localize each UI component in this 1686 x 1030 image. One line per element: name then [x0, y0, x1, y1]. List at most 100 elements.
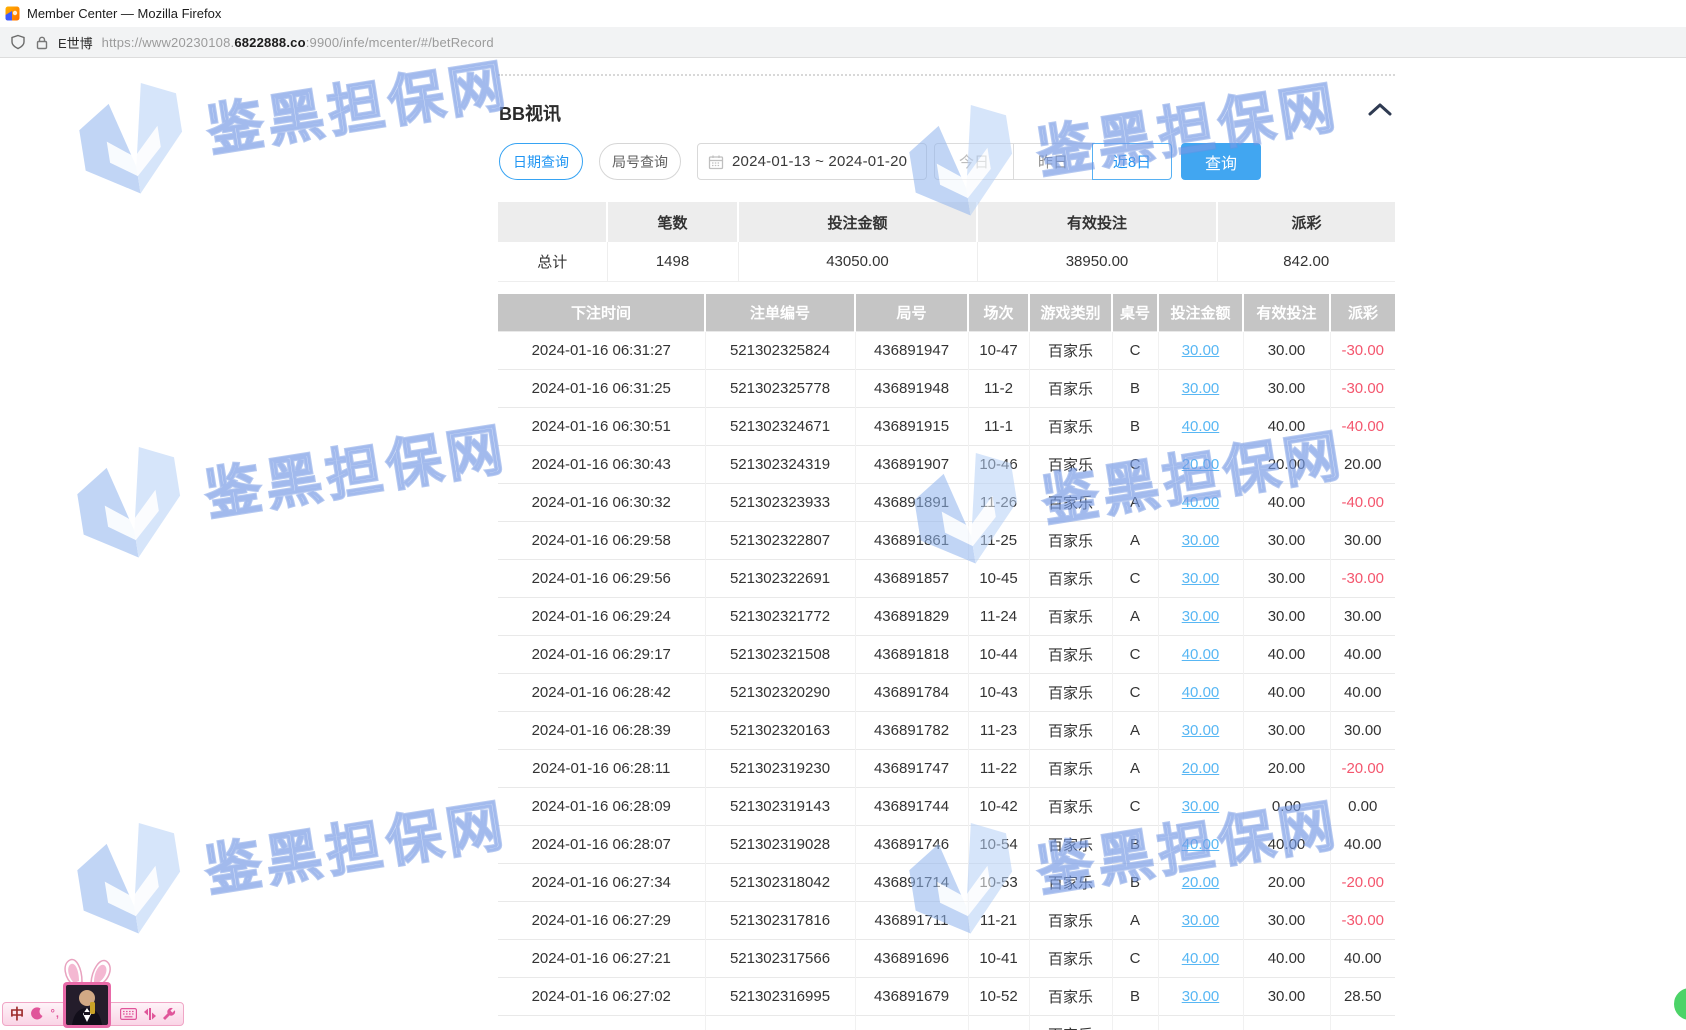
- table-cell: 百家乐: [1029, 445, 1112, 483]
- round-query-button[interactable]: 局号查询: [599, 143, 681, 180]
- bet-amount-link[interactable]: 20.00: [1182, 760, 1220, 777]
- date-range-input[interactable]: 2024-01-13 ~ 2024-01-20: [697, 143, 927, 180]
- search-button[interactable]: 查询: [1181, 143, 1261, 180]
- table-cell: 40.00: [1243, 483, 1330, 521]
- bet-amount-link[interactable]: 30.00: [1182, 380, 1220, 397]
- toggle-icon[interactable]: [144, 1007, 156, 1021]
- bet-table-body: 2024-01-16 06:31:27521302325824436891947…: [498, 331, 1395, 1030]
- browser-urlbar[interactable]: E世博 https://www20230108.6822888.co:9900/…: [0, 27, 1686, 58]
- table-cell: 10-42: [968, 787, 1029, 825]
- bet-amount-link[interactable]: 30.00: [1182, 912, 1220, 929]
- today-button[interactable]: 今日: [934, 143, 1014, 180]
- wrench-icon[interactable]: [162, 1007, 176, 1021]
- table-cell: 百家乐: [1029, 559, 1112, 597]
- table-row: 2024-01-16 06:28:07521302319028436891746…: [498, 825, 1395, 863]
- bet-amount-link[interactable]: 30.00: [1182, 988, 1220, 1005]
- table-cell: A: [1112, 901, 1158, 939]
- table-cell: 30.00: [1158, 369, 1243, 407]
- table-cell: A: [1112, 749, 1158, 787]
- table-cell: B: [1112, 863, 1158, 901]
- url-domain: 6822888.co: [234, 35, 305, 50]
- ime-mode-button[interactable]: 中: [10, 1004, 24, 1024]
- last-8-days-button[interactable]: 近8日: [1092, 143, 1172, 180]
- table-cell: 30.00: [1243, 521, 1330, 559]
- table-cell: [1243, 1015, 1330, 1030]
- green-float-widget[interactable]: [1674, 988, 1686, 1020]
- bet-amount-link[interactable]: 30.00: [1182, 532, 1220, 549]
- bet-amount-link[interactable]: 40.00: [1182, 646, 1220, 663]
- table-cell: 百家乐: [1029, 825, 1112, 863]
- bet-col-header: 场次: [968, 294, 1029, 331]
- table-cell: -30.00: [1330, 369, 1395, 407]
- bet-amount-link[interactable]: 20.00: [1182, 874, 1220, 891]
- calendar-icon: [708, 154, 724, 170]
- summary-cell: 38950.00: [977, 242, 1217, 281]
- table-cell: 436891907: [855, 445, 968, 483]
- window-titlebar: Member Center — Mozilla Firefox: [0, 0, 1686, 27]
- table-cell: 11-2: [968, 369, 1029, 407]
- table-cell: 521302321772: [705, 597, 855, 635]
- bet-amount-link[interactable]: 40.00: [1182, 494, 1220, 511]
- table-cell: 30.00: [1158, 711, 1243, 749]
- keyboard-icon[interactable]: [120, 1008, 137, 1020]
- table-cell: C: [1112, 673, 1158, 711]
- bet-amount-link[interactable]: 40.00: [1182, 684, 1220, 701]
- bet-amount-link[interactable]: 40.00: [1182, 418, 1220, 435]
- moon-icon[interactable]: [30, 1007, 44, 1021]
- bet-amount-link[interactable]: 40.00: [1182, 950, 1220, 967]
- table-cell: 521302317816: [705, 901, 855, 939]
- table-cell: 百家乐: [1029, 749, 1112, 787]
- table-cell: C: [1112, 445, 1158, 483]
- table-cell: 30.00: [1330, 597, 1395, 635]
- bet-amount-link[interactable]: 30.00: [1182, 608, 1220, 625]
- table-cell: 百家乐: [1029, 977, 1112, 1015]
- bunny-photo[interactable]: [60, 956, 114, 1030]
- table-cell: 2024-01-16 06:29:58: [498, 521, 705, 559]
- date-range-value: 2024-01-13 ~ 2024-01-20: [732, 153, 907, 170]
- url-text[interactable]: https://www20230108.6822888.co:9900/infe…: [102, 35, 494, 50]
- table-cell: -30.00: [1330, 559, 1395, 597]
- table-cell: 20.00: [1158, 749, 1243, 787]
- bet-amount-link[interactable]: 30.00: [1182, 570, 1220, 587]
- table-cell: 20.00: [1158, 445, 1243, 483]
- url-prefix: https://www20230108.: [102, 35, 235, 50]
- table-row: 2024-01-16 06:29:17521302321508436891818…: [498, 635, 1395, 673]
- table-cell: 28.50: [1330, 977, 1395, 1015]
- table-cell: 30.00: [1330, 711, 1395, 749]
- table-cell: 30.00: [1243, 559, 1330, 597]
- table-cell: -30.00: [1330, 331, 1395, 369]
- table-cell: [705, 1015, 855, 1030]
- table-cell: 521302319028: [705, 825, 855, 863]
- table-cell: 2024-01-16 06:28:07: [498, 825, 705, 863]
- table-cell: -40.00: [1330, 483, 1395, 521]
- table-cell: 10-52: [968, 977, 1029, 1015]
- bet-amount-link[interactable]: 30.00: [1182, 342, 1220, 359]
- bet-col-header: 投注金额: [1158, 294, 1243, 331]
- table-cell: 2024-01-16 06:29:56: [498, 559, 705, 597]
- table-cell: C: [1112, 559, 1158, 597]
- table-cell: 2024-01-16 06:30:43: [498, 445, 705, 483]
- table-cell: 百家乐: [1029, 1015, 1112, 1030]
- bet-amount-link[interactable]: 30.00: [1182, 722, 1220, 739]
- bet-amount-link[interactable]: 30.00: [1182, 798, 1220, 815]
- table-cell: 436891947: [855, 331, 968, 369]
- dotted-divider: [498, 74, 1395, 76]
- table-cell: 30.00: [1243, 369, 1330, 407]
- table-cell: 10-53: [968, 863, 1029, 901]
- shield-icon[interactable]: [10, 34, 26, 50]
- bet-col-header: 派彩: [1330, 294, 1395, 331]
- chevron-up-icon[interactable]: [1368, 103, 1392, 121]
- table-cell: 40.00: [1158, 825, 1243, 863]
- punctuation-icon[interactable]: °,: [51, 1008, 60, 1020]
- table-cell: 百家乐: [1029, 901, 1112, 939]
- table-cell: 10-43: [968, 673, 1029, 711]
- table-cell: 百家乐: [1029, 483, 1112, 521]
- table-cell: 30.00: [1243, 597, 1330, 635]
- summary-col-header: [498, 202, 607, 242]
- yesterday-button[interactable]: 昨日: [1013, 143, 1093, 180]
- lock-icon[interactable]: [35, 35, 49, 50]
- bet-amount-link[interactable]: 40.00: [1182, 836, 1220, 853]
- bet-amount-link[interactable]: 20.00: [1182, 456, 1220, 473]
- summary-col-header: 笔数: [607, 202, 738, 242]
- date-query-button[interactable]: 日期查询: [499, 143, 583, 180]
